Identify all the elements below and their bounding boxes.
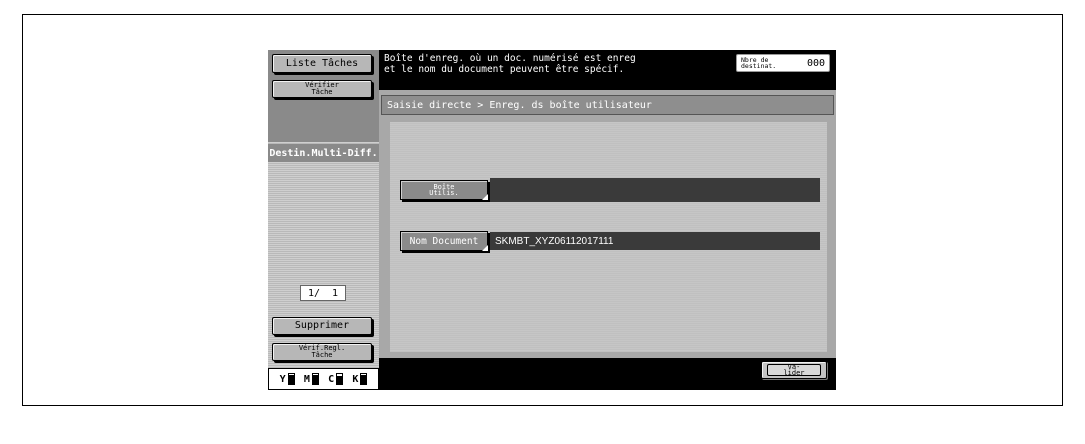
destin-multi-diff-label: Destin.Multi-Diff. <box>268 144 379 162</box>
toner-c: C <box>328 373 344 385</box>
toner-c-label: C <box>328 373 335 385</box>
datetime: 04/10/2007 08:22 <box>384 389 487 400</box>
verif-regl-tache-label: Vérif.Regl. Tâche <box>298 344 346 359</box>
toner-c-bar <box>336 373 344 385</box>
toner-y-label: Y <box>279 373 286 385</box>
toner-levels: Y M C K <box>268 368 379 390</box>
boite-utilis-label: Boîte Utilis. <box>429 183 459 197</box>
corner-arrow-icon <box>482 245 488 251</box>
valider-button[interactable]: Va- lider <box>761 361 827 379</box>
destination-count-box: Nbre de destinat. 000 <box>736 54 830 72</box>
toner-k: K <box>352 373 368 385</box>
memoire-status: Mémoire 0% <box>384 422 476 433</box>
toner-k-bar <box>360 373 368 385</box>
toner-y-bar <box>287 373 295 385</box>
valider-label: Va- lider <box>767 364 821 377</box>
destination-count-value: 000 <box>806 57 825 69</box>
supprimer-button[interactable]: Supprimer <box>272 317 372 335</box>
boite-utilis-row: Boîte Utilis. <box>400 178 820 202</box>
instruction-message: Boîte d'enreg. où un doc. numérisé est e… <box>384 53 636 75</box>
nom-document-label: Nom Document <box>409 235 479 247</box>
boite-utilis-value <box>490 178 820 202</box>
toner-m-bar <box>311 373 319 385</box>
nom-document-value: SKMBT_XYZ06112017111 <box>490 232 820 250</box>
supprimer-label: Supprimer <box>294 320 350 331</box>
toner-m: M <box>304 373 319 385</box>
destination-count-label: Nbre de destinat. <box>741 55 777 70</box>
toner-k-label: K <box>352 373 359 385</box>
corner-arrow-icon <box>482 194 488 200</box>
verif-regl-tache-button[interactable]: Vérif.Regl. Tâche <box>272 343 372 361</box>
page-counter: 1/ 1 <box>300 285 346 301</box>
verifier-tache-button[interactable]: Vérifier Tâche <box>272 80 372 98</box>
liste-taches-button[interactable]: Liste Tâches <box>272 54 372 73</box>
nom-document-row: Nom Document SKMBT_XYZ06112017111 <box>400 231 820 251</box>
toner-m-label: M <box>303 373 310 385</box>
status-bar: 04/10/2007 08:22 Mémoire 0% <box>384 367 564 444</box>
breadcrumb: Saisie directe > Enreg. ds boîte utilisa… <box>381 95 834 115</box>
boite-utilis-button[interactable]: Boîte Utilis. <box>400 180 488 200</box>
liste-taches-label: Liste Tâches <box>285 57 359 69</box>
verifier-tache-label: Vérifier Tâche <box>305 81 339 96</box>
toner-y: Y <box>280 373 295 385</box>
nom-document-button[interactable]: Nom Document <box>400 231 488 251</box>
